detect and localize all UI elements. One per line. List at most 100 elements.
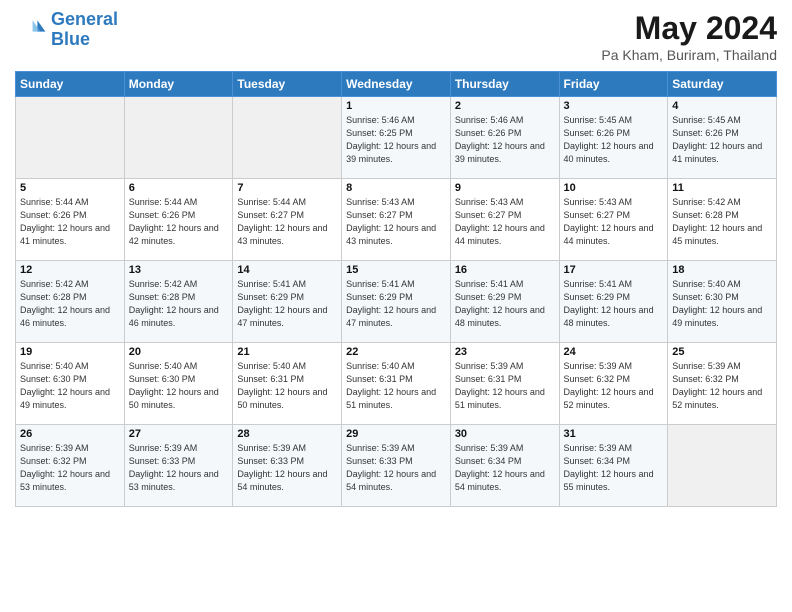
day-cell: 23Sunrise: 5:39 AMSunset: 6:31 PMDayligh… <box>450 343 559 425</box>
week-row-2: 5 Sunrise: 5:44 AMSunset: 6:26 PMDaylight… <box>16 179 777 261</box>
week-row-5: 26 Sunrise: 5:39 AMSunset: 6:32 PMDayligh… <box>16 425 777 507</box>
day-info: Sunrise: 5:44 AMSunset: 6:26 PMDaylight:… <box>129 196 229 248</box>
day-cell: 15 Sunrise: 5:41 AMSunset: 6:29 PMDayligh… <box>342 261 451 343</box>
day-info: Sunrise: 5:42 AMSunset: 6:28 PMDaylight:… <box>20 278 120 330</box>
day-cell: 7Sunrise: 5:44 AMSunset: 6:27 PMDaylight… <box>233 179 342 261</box>
day-info: Sunrise: 5:45 AMSunset: 6:26 PMDaylight:… <box>672 114 772 166</box>
day-info: Sunrise: 5:39 AMSunset: 6:33 PMDaylight:… <box>237 442 337 494</box>
title-section: May 2024 Pa Kham, Buriram, Thailand <box>601 10 777 63</box>
day-cell: 31 Sunrise: 5:39 AMSunset: 6:34 PMDayligh… <box>559 425 668 507</box>
day-number: 2 <box>455 100 555 112</box>
day-number: 29 <box>346 428 446 440</box>
day-info: Sunrise: 5:44 AMSunset: 6:26 PMDaylight:… <box>20 196 120 248</box>
day-number: 22 <box>346 346 446 358</box>
day-cell: 24Sunrise: 5:39 AMSunset: 6:32 PMDayligh… <box>559 343 668 425</box>
day-cell: 16 Sunrise: 5:41 AMSunset: 6:29 PMDayligh… <box>450 261 559 343</box>
day-header-saturday: Saturday <box>668 72 777 97</box>
day-number: 18 <box>672 264 772 276</box>
day-info: Sunrise: 5:39 AMSunset: 6:32 PMDaylight:… <box>20 442 120 494</box>
day-number: 4 <box>672 100 772 112</box>
day-info: Sunrise: 5:40 AMSunset: 6:31 PMDaylight:… <box>237 360 337 412</box>
day-info: Sunrise: 5:39 AMSunset: 6:33 PMDaylight:… <box>129 442 229 494</box>
day-number: 15 <box>346 264 446 276</box>
month-title: May 2024 <box>601 10 777 47</box>
day-cell: 12 Sunrise: 5:42 AMSunset: 6:28 PMDayligh… <box>16 261 125 343</box>
calendar-body: 1Sunrise: 5:46 AMSunset: 6:25 PMDaylight… <box>16 97 777 507</box>
day-cell: 27Sunrise: 5:39 AMSunset: 6:33 PMDayligh… <box>124 425 233 507</box>
day-number: 30 <box>455 428 555 440</box>
day-info: Sunrise: 5:40 AMSunset: 6:30 PMDaylight:… <box>20 360 120 412</box>
day-info: Sunrise: 5:43 AMSunset: 6:27 PMDaylight:… <box>346 196 446 248</box>
day-info: Sunrise: 5:45 AMSunset: 6:26 PMDaylight:… <box>564 114 664 166</box>
day-cell: 10Sunrise: 5:43 AMSunset: 6:27 PMDayligh… <box>559 179 668 261</box>
day-info: Sunrise: 5:43 AMSunset: 6:27 PMDaylight:… <box>564 196 664 248</box>
week-row-1: 1Sunrise: 5:46 AMSunset: 6:25 PMDaylight… <box>16 97 777 179</box>
day-cell <box>668 425 777 507</box>
day-cell: 19Sunrise: 5:40 AMSunset: 6:30 PMDayligh… <box>16 343 125 425</box>
week-row-3: 12 Sunrise: 5:42 AMSunset: 6:28 PMDayligh… <box>16 261 777 343</box>
day-cell: 1Sunrise: 5:46 AMSunset: 6:25 PMDaylight… <box>342 97 451 179</box>
page-container: General Blue May 2024 Pa Kham, Buriram, … <box>0 0 792 517</box>
day-number: 24 <box>564 346 664 358</box>
day-number: 1 <box>346 100 446 112</box>
day-number: 9 <box>455 182 555 194</box>
day-number: 13 <box>129 264 229 276</box>
day-cell: 28 Sunrise: 5:39 AMSunset: 6:33 PMDayligh… <box>233 425 342 507</box>
week-row-4: 19Sunrise: 5:40 AMSunset: 6:30 PMDayligh… <box>16 343 777 425</box>
day-info: Sunrise: 5:40 AMSunset: 6:30 PMDaylight:… <box>129 360 229 412</box>
logo: General Blue <box>15 10 118 50</box>
day-cell <box>16 97 125 179</box>
day-header-friday: Friday <box>559 72 668 97</box>
day-cell: 8 Sunrise: 5:43 AMSunset: 6:27 PMDaylight… <box>342 179 451 261</box>
calendar-header: SundayMondayTuesdayWednesdayThursdayFrid… <box>16 72 777 97</box>
day-cell: 2Sunrise: 5:46 AMSunset: 6:26 PMDaylight… <box>450 97 559 179</box>
day-number: 17 <box>564 264 664 276</box>
day-number: 6 <box>129 182 229 194</box>
day-header-tuesday: Tuesday <box>233 72 342 97</box>
header-row: SundayMondayTuesdayWednesdayThursdayFrid… <box>16 72 777 97</box>
day-cell: 20Sunrise: 5:40 AMSunset: 6:30 PMDayligh… <box>124 343 233 425</box>
logo-icon <box>15 14 47 46</box>
day-header-monday: Monday <box>124 72 233 97</box>
day-header-sunday: Sunday <box>16 72 125 97</box>
day-cell: 6 Sunrise: 5:44 AMSunset: 6:26 PMDaylight… <box>124 179 233 261</box>
day-number: 16 <box>455 264 555 276</box>
day-info: Sunrise: 5:39 AMSunset: 6:31 PMDaylight:… <box>455 360 555 412</box>
day-cell: 17 Sunrise: 5:41 AMSunset: 6:29 PMDayligh… <box>559 261 668 343</box>
day-header-wednesday: Wednesday <box>342 72 451 97</box>
day-info: Sunrise: 5:39 AMSunset: 6:34 PMDaylight:… <box>455 442 555 494</box>
day-info: Sunrise: 5:41 AMSunset: 6:29 PMDaylight:… <box>564 278 664 330</box>
day-info: Sunrise: 5:41 AMSunset: 6:29 PMDaylight:… <box>237 278 337 330</box>
day-cell: 5 Sunrise: 5:44 AMSunset: 6:26 PMDaylight… <box>16 179 125 261</box>
day-number: 11 <box>672 182 772 194</box>
page-header: General Blue May 2024 Pa Kham, Buriram, … <box>15 10 777 63</box>
day-info: Sunrise: 5:41 AMSunset: 6:29 PMDaylight:… <box>346 278 446 330</box>
logo-text: General Blue <box>51 10 118 50</box>
day-number: 28 <box>237 428 337 440</box>
day-info: Sunrise: 5:43 AMSunset: 6:27 PMDaylight:… <box>455 196 555 248</box>
day-cell: 14Sunrise: 5:41 AMSunset: 6:29 PMDayligh… <box>233 261 342 343</box>
day-info: Sunrise: 5:39 AMSunset: 6:33 PMDaylight:… <box>346 442 446 494</box>
day-cell: 13Sunrise: 5:42 AMSunset: 6:28 PMDayligh… <box>124 261 233 343</box>
day-number: 12 <box>20 264 120 276</box>
location: Pa Kham, Buriram, Thailand <box>601 47 777 63</box>
day-info: Sunrise: 5:39 AMSunset: 6:32 PMDaylight:… <box>672 360 772 412</box>
day-info: Sunrise: 5:42 AMSunset: 6:28 PMDaylight:… <box>672 196 772 248</box>
day-cell: 22Sunrise: 5:40 AMSunset: 6:31 PMDayligh… <box>342 343 451 425</box>
day-info: Sunrise: 5:41 AMSunset: 6:29 PMDaylight:… <box>455 278 555 330</box>
day-number: 5 <box>20 182 120 194</box>
day-number: 8 <box>346 182 446 194</box>
day-number: 31 <box>564 428 664 440</box>
day-info: Sunrise: 5:39 AMSunset: 6:34 PMDaylight:… <box>564 442 664 494</box>
day-info: Sunrise: 5:40 AMSunset: 6:30 PMDaylight:… <box>672 278 772 330</box>
day-cell: 9 Sunrise: 5:43 AMSunset: 6:27 PMDaylight… <box>450 179 559 261</box>
day-info: Sunrise: 5:44 AMSunset: 6:27 PMDaylight:… <box>237 196 337 248</box>
day-cell: 18 Sunrise: 5:40 AMSunset: 6:30 PMDayligh… <box>668 261 777 343</box>
day-cell: 26 Sunrise: 5:39 AMSunset: 6:32 PMDayligh… <box>16 425 125 507</box>
day-cell <box>124 97 233 179</box>
day-cell: 29 Sunrise: 5:39 AMSunset: 6:33 PMDayligh… <box>342 425 451 507</box>
day-number: 26 <box>20 428 120 440</box>
day-number: 21 <box>237 346 337 358</box>
day-cell <box>233 97 342 179</box>
day-header-thursday: Thursday <box>450 72 559 97</box>
